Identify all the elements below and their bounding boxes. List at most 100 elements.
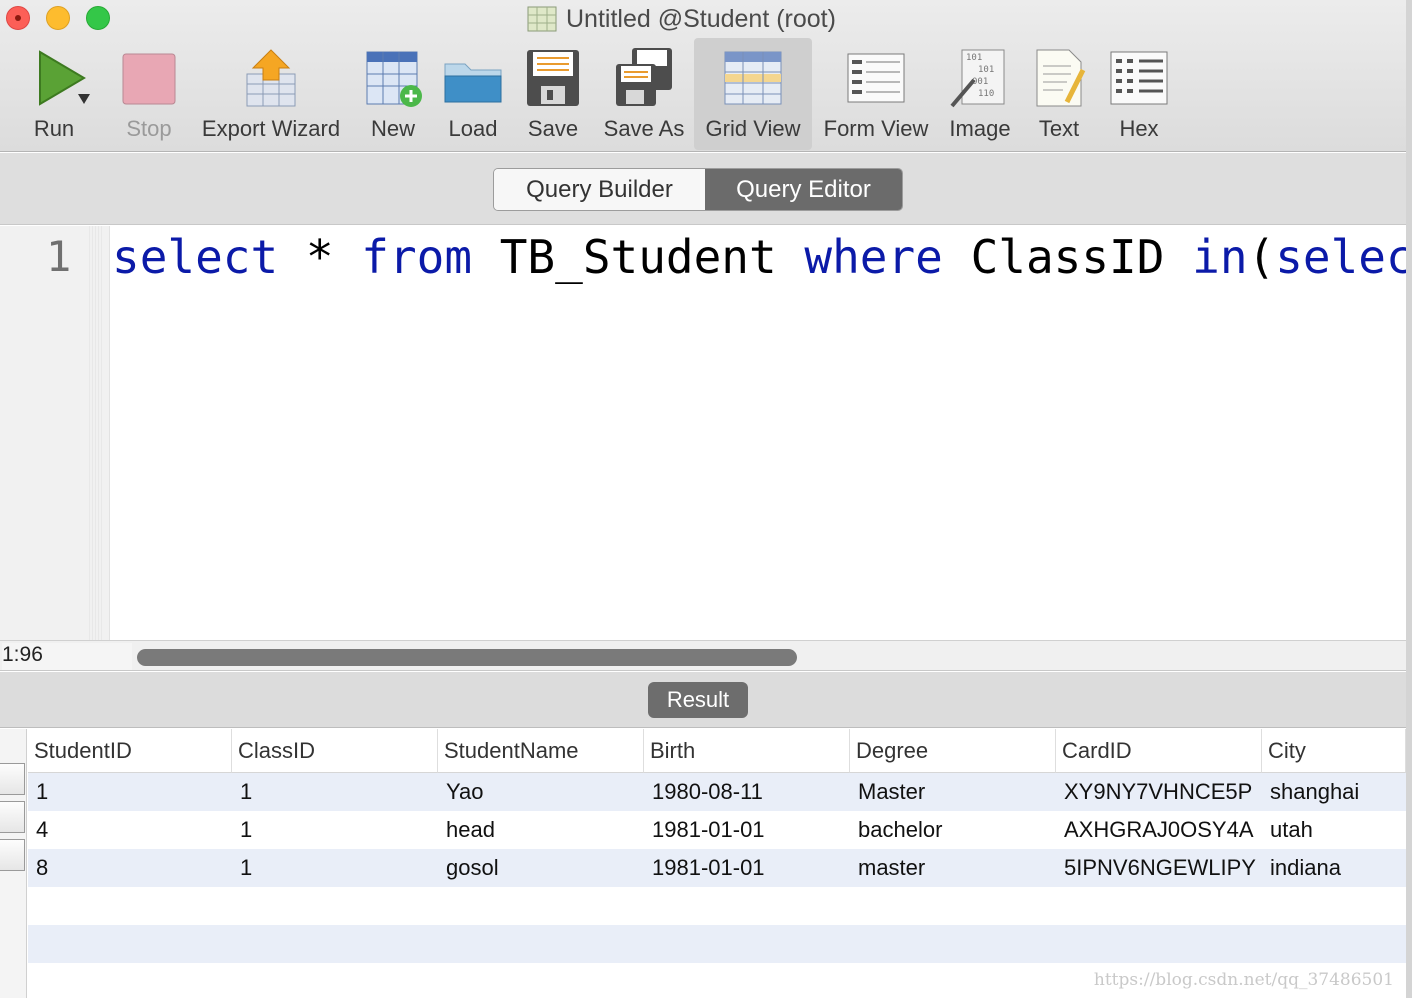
result-grid[interactable]: StudentID ClassID StudentName Birth Degree Ca…: [0, 729, 1406, 998]
result-bar: Result: [0, 672, 1406, 728]
stop-button[interactable]: Stop: [112, 38, 186, 150]
form-view-icon: [847, 53, 905, 103]
column-header-studentname[interactable]: StudentName: [438, 729, 644, 773]
row-selector[interactable]: [0, 839, 25, 871]
row-selector[interactable]: [0, 801, 25, 833]
text-button[interactable]: Text: [1026, 38, 1092, 150]
cell-city[interactable]: indiana: [1262, 849, 1406, 887]
binary-image-icon: 101101001110: [950, 49, 1005, 108]
export-wizard-label: Export Wizard: [201, 116, 341, 141]
cell-cardid[interactable]: 5IPNV6NGEWLIPY: [1056, 849, 1262, 887]
column-header-degree[interactable]: Degree: [850, 729, 1056, 773]
grid-view-label: Grid View: [705, 116, 801, 141]
column-header-city[interactable]: City: [1262, 729, 1406, 773]
new-label: New: [370, 116, 415, 141]
text-document-icon: [1036, 49, 1086, 107]
watermark: https://blog.csdn.net/qq_37486501: [1093, 970, 1394, 990]
cell-cardid[interactable]: XY9NY7VHNCE5P: [1056, 773, 1262, 811]
image-label: Image: [949, 116, 1011, 141]
sql-text: TB_Student: [472, 230, 805, 284]
export-wizard-icon: [246, 49, 296, 107]
run-button[interactable]: Run: [14, 38, 94, 150]
query-mode-segmented-control: Query Builder Query Editor: [493, 168, 903, 211]
cell-classid[interactable]: 1: [232, 811, 438, 849]
grid-view-button[interactable]: Grid View: [694, 38, 812, 150]
load-button[interactable]: Load: [440, 38, 506, 150]
cell-studentname[interactable]: gosol: [438, 849, 644, 887]
cursor-position: 1:96: [2, 643, 132, 670]
line-number: 1: [46, 232, 72, 281]
cell-studentid[interactable]: 4: [28, 811, 232, 849]
run-label: Run: [33, 116, 75, 141]
query-mode-bar: Query Builder Query Editor: [0, 153, 1406, 225]
cell-studentid[interactable]: 1: [28, 773, 232, 811]
window-right-edge: [1406, 0, 1412, 998]
cell-degree[interactable]: bachelor: [850, 811, 1056, 849]
svg-text:110: 110: [978, 89, 994, 99]
zoom-window-button[interactable]: [86, 6, 110, 30]
cell-degree[interactable]: Master: [850, 773, 1056, 811]
window-title: Untitled @Student (root): [526, 3, 836, 35]
window-title-text: Untitled @Student (root): [566, 4, 836, 33]
save-label: Save: [527, 116, 579, 141]
cell-degree[interactable]: master: [850, 849, 1056, 887]
minimize-window-button[interactable]: [46, 6, 70, 30]
sql-text: (: [1247, 230, 1276, 284]
row-header-column: [0, 729, 27, 998]
sql-editor[interactable]: 1 select * from TB_Student where ClassID…: [0, 226, 1406, 640]
sql-keyword: where: [804, 230, 943, 284]
sql-keyword: from: [361, 230, 473, 284]
row-selector[interactable]: [0, 763, 25, 795]
form-view-button[interactable]: Form View: [818, 38, 934, 150]
toolbar-area: Untitled @Student (root) Run Stop Export…: [0, 0, 1406, 152]
tab-query-builder[interactable]: Query Builder: [494, 169, 705, 210]
cell-city[interactable]: utah: [1262, 811, 1406, 849]
save-as-label: Save As: [603, 116, 685, 141]
sql-keyword: select: [112, 230, 279, 284]
sql-text: ClassID: [942, 230, 1193, 284]
hex-label: Hex: [1119, 116, 1159, 141]
result-tab[interactable]: Result: [648, 682, 748, 718]
tab-query-editor[interactable]: Query Editor: [705, 169, 902, 210]
cell-studentname[interactable]: head: [438, 811, 644, 849]
cell-studentid[interactable]: 8: [28, 849, 232, 887]
column-header-birth[interactable]: Birth: [644, 729, 850, 773]
column-header-studentid[interactable]: StudentID: [28, 729, 232, 773]
hex-button[interactable]: Hex: [1104, 38, 1174, 150]
table-row[interactable]: 8 1 gosol 1981-01-01 master 5IPNV6NGEWLIPY ind…: [28, 849, 1406, 887]
folder-icon: [444, 63, 502, 103]
line-number-gutter: 1: [0, 226, 110, 640]
export-wizard-button[interactable]: Export Wizard: [196, 38, 346, 150]
cell-birth[interactable]: 1981-01-01: [644, 849, 850, 887]
svg-text:101: 101: [978, 65, 994, 75]
save-as-button[interactable]: Save As: [600, 38, 688, 150]
save-button[interactable]: Save: [520, 38, 586, 150]
table-row[interactable]: 4 1 head 1981-01-01 bachelor AXHGRAJ0OSY4A uta…: [28, 811, 1406, 849]
stop-icon: [122, 53, 176, 105]
cell-classid[interactable]: 1: [232, 773, 438, 811]
cell-birth[interactable]: 1980-08-11: [644, 773, 850, 811]
new-button[interactable]: New: [360, 38, 426, 150]
grid-view-icon: [724, 51, 782, 105]
stop-label: Stop: [126, 116, 172, 141]
svg-text:101: 101: [966, 53, 982, 63]
cell-city[interactable]: shanghai: [1262, 773, 1406, 811]
cell-birth[interactable]: 1981-01-01: [644, 811, 850, 849]
image-button[interactable]: 101 101 001 110 Image: [944, 38, 1016, 150]
close-window-button[interactable]: [6, 6, 30, 30]
sql-keyword: in: [1192, 230, 1248, 284]
floppy-disk-icon: [527, 50, 579, 106]
sql-text: *: [278, 230, 362, 284]
dropdown-arrow-icon[interactable]: [78, 94, 90, 104]
load-label: Load: [448, 116, 498, 141]
column-header-classid[interactable]: ClassID: [232, 729, 438, 773]
sql-code-line[interactable]: select * from TB_Student where ClassID i…: [112, 230, 1406, 284]
cell-classid[interactable]: 1: [232, 849, 438, 887]
cell-studentname[interactable]: Yao: [438, 773, 644, 811]
query-document-icon: [527, 6, 557, 32]
cell-cardid[interactable]: AXHGRAJ0OSY4A: [1056, 811, 1262, 849]
column-header-cardid[interactable]: CardID: [1056, 729, 1262, 773]
horizontal-scrollbar-thumb[interactable]: [137, 649, 797, 666]
table-row[interactable]: 1 1 Yao 1980-08-11 Master XY9NY7VHNCE5P shangh…: [28, 773, 1406, 811]
sql-keyword: select: [1275, 230, 1406, 284]
